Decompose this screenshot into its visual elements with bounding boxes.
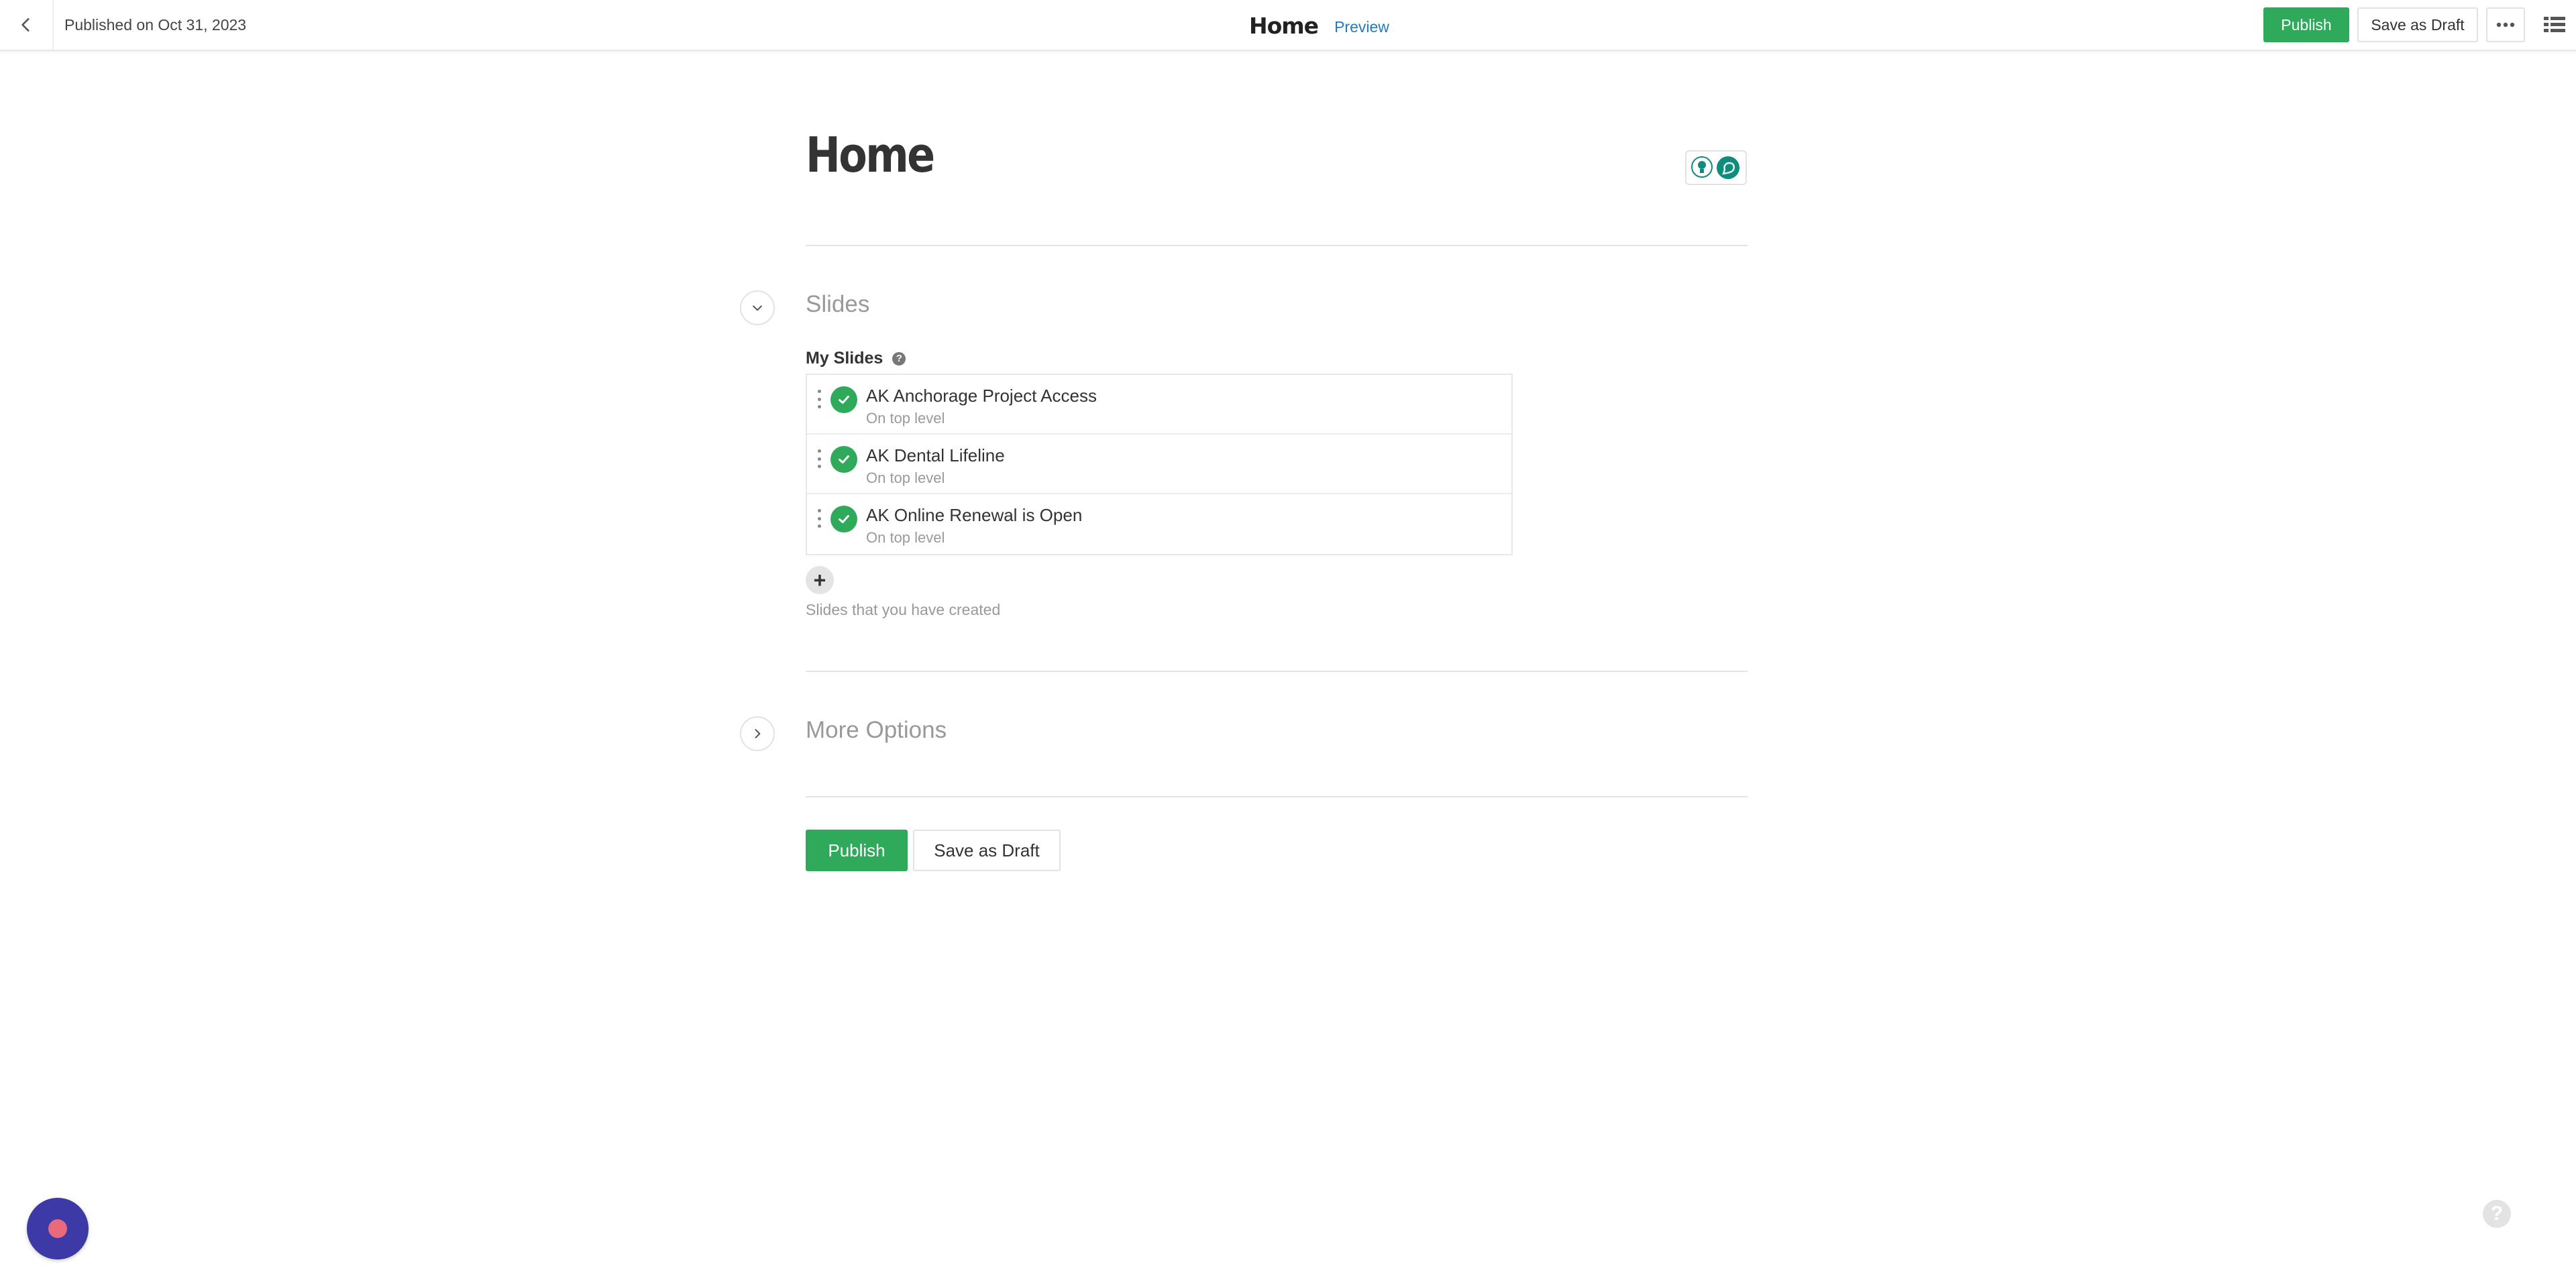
save-draft-button[interactable]: Save as Draft <box>913 830 1061 871</box>
help-button[interactable]: ? <box>2483 1200 2511 1228</box>
list-item[interactable]: AK Online Renewal is Open On top level <box>807 494 1511 554</box>
ellipsis-icon <box>2496 22 2515 27</box>
header-title: Home <box>1249 12 1319 39</box>
question-icon[interactable]: ? <box>892 351 906 366</box>
preview-link[interactable]: Preview <box>1334 18 1389 36</box>
drag-handle-icon[interactable] <box>816 390 822 408</box>
list-item[interactable]: AK Dental Lifeline On top level <box>807 435 1511 494</box>
chat-launcher-icon <box>48 1219 67 1238</box>
top-bar: Published on Oct 31, 2023 Home Preview P… <box>0 0 2576 51</box>
chat-bubble-icon <box>1717 156 1739 179</box>
list-item[interactable]: AK Anchorage Project Access On top level <box>807 375 1511 435</box>
published-status: Published on Oct 31, 2023 <box>64 15 247 34</box>
layout-toggle-button[interactable] <box>2533 0 2576 50</box>
save-draft-button-header[interactable]: Save as Draft <box>2357 7 2478 42</box>
publish-button[interactable]: Publish <box>806 830 908 871</box>
list-layout-icon <box>2544 17 2565 32</box>
slide-name[interactable]: AK Online Renewal is Open <box>866 505 1082 526</box>
check-icon <box>830 386 857 413</box>
page-title: Home <box>806 127 935 183</box>
slides-collapse-toggle[interactable] <box>740 290 775 325</box>
my-slides-label-text: My Slides <box>806 349 883 368</box>
check-icon <box>830 506 857 533</box>
my-slides-label: My Slides ? <box>806 349 906 368</box>
lightbulb-icon <box>1691 156 1713 178</box>
publish-button-header[interactable]: Publish <box>2263 7 2349 42</box>
more-options-title[interactable]: More Options <box>806 717 947 744</box>
chevron-right-icon <box>755 729 761 738</box>
chevron-left-icon <box>21 18 30 32</box>
chevron-down-icon <box>753 305 762 311</box>
header-actions: Publish Save as Draft <box>2263 0 2576 50</box>
more-options-toggle[interactable] <box>740 716 775 751</box>
back-button[interactable] <box>0 0 54 50</box>
slide-name[interactable]: AK Anchorage Project Access <box>866 386 1097 406</box>
drag-handle-icon[interactable] <box>816 509 822 528</box>
check-icon <box>830 446 857 473</box>
divider <box>806 796 1748 797</box>
chat-launcher-button[interactable] <box>27 1198 89 1260</box>
slide-location: On top level <box>866 469 945 486</box>
slide-location: On top level <box>866 529 945 546</box>
collaborators[interactable] <box>1685 150 1747 185</box>
slide-name[interactable]: AK Dental Lifeline <box>866 445 1005 466</box>
header-title-group: Home Preview <box>1249 0 1389 51</box>
drag-handle-icon[interactable] <box>816 449 822 468</box>
slides-hint: Slides that you have created <box>806 601 1001 618</box>
slides-list: AK Anchorage Project Access On top level… <box>806 374 1513 555</box>
more-options-button[interactable] <box>2486 7 2525 42</box>
slide-location: On top level <box>866 410 945 427</box>
add-slide-button[interactable]: + <box>806 566 834 594</box>
slides-section-title: Slides <box>806 291 870 317</box>
divider <box>806 245 1748 246</box>
divider <box>806 671 1748 672</box>
